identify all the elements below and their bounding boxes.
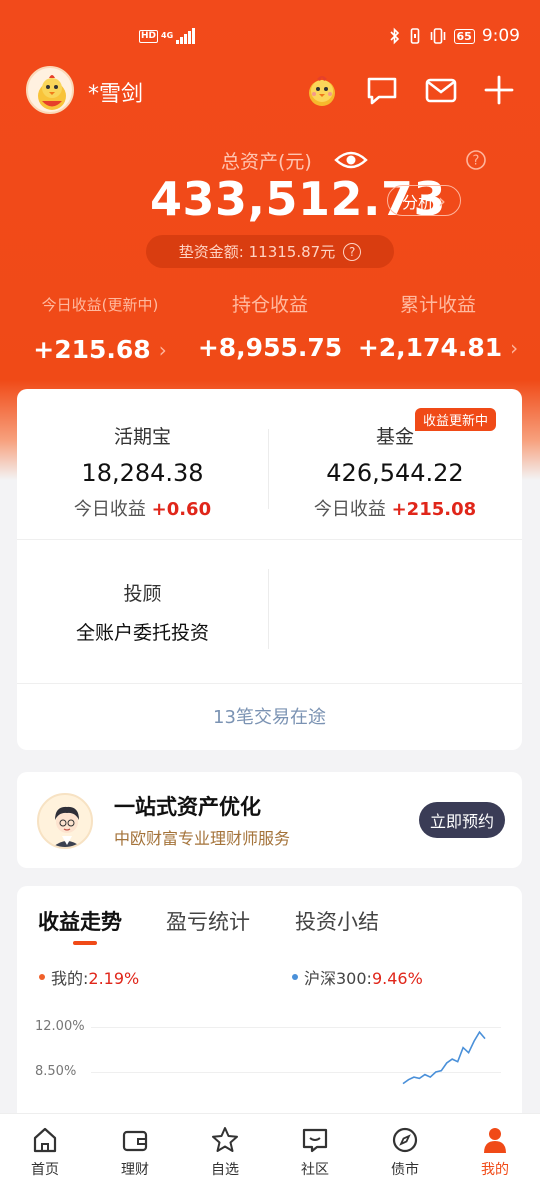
add-icon[interactable] <box>481 72 517 108</box>
system-status: 65 9:09 <box>389 26 520 46</box>
advisor-card[interactable]: 一站式资产优化 中欧财富专业理财师服务 立即预约 <box>17 772 522 868</box>
avatar[interactable] <box>26 66 74 114</box>
divider <box>17 539 522 540</box>
network-type: 4G <box>161 31 174 40</box>
mail-icon[interactable] <box>423 72 459 108</box>
advisor-subtitle: 中欧财富专业理财师服务 <box>114 829 291 848</box>
help-icon[interactable]: ? <box>465 149 487 171</box>
eye-icon[interactable] <box>334 148 368 172</box>
earnings-trend-card: 收益走势 盈亏统计 投资小结 我的:2.19% 沪深300:9.46% 12.0… <box>17 886 522 1126</box>
nav-label: 我的 <box>481 1162 509 1178</box>
compass-icon <box>392 1127 418 1153</box>
cumulative-earnings[interactable]: 累计收益 +2,174.81 › <box>358 290 518 362</box>
chevron-right-icon: › <box>438 188 446 213</box>
holding-earnings[interactable]: 持仓收益 +8,955.75 <box>190 290 350 362</box>
bottom-nav: 首页 理财 自选 社区 债市 我的 <box>0 1113 540 1188</box>
book-now-button[interactable]: 立即预约 <box>419 802 505 838</box>
holding-earnings-value: +8,955.75 <box>197 333 343 362</box>
username[interactable]: *雪剑 <box>88 76 143 108</box>
advisor-avatar <box>37 793 93 849</box>
holding-earnings-label: 持仓收益 <box>231 294 308 316</box>
cumulative-earnings-label: 累计收益 <box>399 294 476 316</box>
fund-today-label: 今日收益 <box>313 499 386 520</box>
huoqibao-today-label: 今日收益 <box>73 499 146 520</box>
vibrate-mode-icon <box>430 28 445 44</box>
fund-amount: 426,544.22 <box>326 459 464 487</box>
nav-label: 债市 <box>391 1162 419 1178</box>
advisory-desc: 全账户委托投资 <box>75 622 209 644</box>
fund-cell[interactable]: 基金 426,544.22 今日收益 +215.08 <box>268 422 522 521</box>
network-status: HD 4G <box>139 28 195 44</box>
today-earnings-value: +215.68 <box>33 335 151 364</box>
divider <box>17 683 522 684</box>
nav-wealth[interactable]: 理财 <box>90 1114 180 1188</box>
advance-label: 垫资金额: <box>178 243 244 261</box>
home-icon <box>33 1127 57 1153</box>
nav-label: 首页 <box>31 1162 59 1178</box>
mascot-icon[interactable] <box>304 72 340 108</box>
divider <box>268 569 269 649</box>
analyze-button[interactable]: 分析 › <box>387 185 461 216</box>
top-header: *雪剑 <box>0 62 540 118</box>
svg-text:?: ? <box>473 154 480 169</box>
total-asset-label: 总资产(元) <box>221 151 312 173</box>
person-icon <box>484 1128 506 1153</box>
chevron-right-icon: › <box>158 337 167 362</box>
fund-today-value: +215.08 <box>391 499 477 520</box>
chat-icon <box>302 1128 328 1153</box>
nav-home[interactable]: 首页 <box>0 1114 90 1188</box>
transactions-in-transit-link[interactable]: 13笔交易在途 <box>17 703 522 729</box>
advance-value: 11315.87元 <box>248 243 336 261</box>
battery-icon: 65 <box>453 28 475 44</box>
nav-community[interactable]: 社区 <box>270 1114 360 1188</box>
earnings-updating-badge: 收益更新中 <box>414 408 496 431</box>
earnings-row: 今日收益(更新中) +215.68 › 持仓收益 +8,955.75 累计收益 … <box>0 290 540 370</box>
signal-icon <box>176 28 195 44</box>
huoqibao-cell[interactable]: 活期宝 18,284.38 今日收益 +0.60 <box>17 422 268 521</box>
wallet-icon <box>122 1130 148 1152</box>
vibrate-icon <box>410 28 419 44</box>
clock: 9:09 <box>481 26 520 46</box>
advisor-title: 一站式资产优化 <box>114 795 261 819</box>
nav-label: 理财 <box>121 1162 149 1178</box>
star-icon <box>212 1127 238 1152</box>
chevron-right-icon: › <box>510 335 519 360</box>
analyze-label: 分析 <box>401 192 434 212</box>
huoqibao-title: 活期宝 <box>113 426 171 448</box>
nav-watchlist[interactable]: 自选 <box>180 1114 270 1188</box>
advisory-cell[interactable]: 投顾 全账户委托投资 <box>17 579 268 645</box>
bluetooth-icon <box>389 27 399 45</box>
today-earnings[interactable]: 今日收益(更新中) +215.68 › <box>20 290 180 364</box>
hd-badge: HD <box>139 29 159 43</box>
index-series-line <box>402 1030 486 1085</box>
nav-label: 自选 <box>211 1162 239 1178</box>
nav-mine[interactable]: 我的 <box>450 1114 540 1188</box>
message-icon[interactable] <box>364 72 400 108</box>
status-bar: HD 4G 65 9:09 <box>0 22 540 54</box>
advance-amount-pill[interactable]: 垫资金额: 11315.87元 ? <box>146 235 394 268</box>
total-asset-label-row: 总资产(元) ? <box>0 145 540 173</box>
huoqibao-today-value: +0.60 <box>151 499 212 520</box>
nav-label: 社区 <box>301 1162 329 1178</box>
advisory-title: 投顾 <box>123 583 162 605</box>
today-earnings-label: 今日收益(更新中) <box>41 296 159 314</box>
account-card: 活期宝 18,284.38 今日收益 +0.60 基金 426,544.22 今… <box>17 389 522 750</box>
nav-bond-market[interactable]: 债市 <box>360 1114 450 1188</box>
help-icon[interactable]: ? <box>343 242 362 261</box>
trend-chart <box>402 1030 486 1085</box>
huoqibao-amount: 18,284.38 <box>81 459 204 487</box>
cumulative-earnings-value: +2,174.81 <box>357 333 503 362</box>
